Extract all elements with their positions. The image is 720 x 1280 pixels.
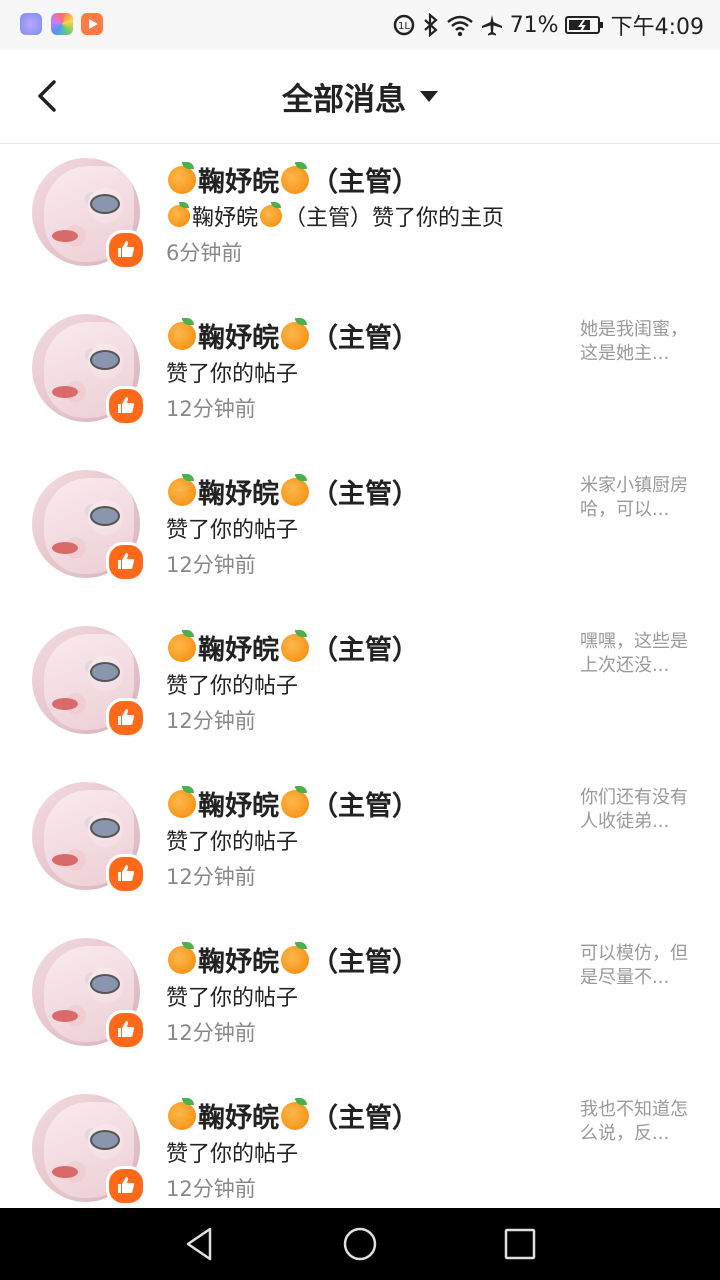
tangerine-emoji-icon	[168, 317, 196, 350]
tangerine-emoji-icon	[168, 629, 196, 662]
notification-action: 赞了你的帖子	[166, 824, 298, 856]
sender-name[interactable]: 鞠妤皖 （主管）	[166, 940, 419, 979]
tangerine-emoji-icon	[168, 161, 196, 194]
sender-name-text: 鞠妤皖	[198, 635, 279, 666]
sender-role: （主管）	[311, 947, 419, 978]
sender-name[interactable]: 鞠妤皖 （主管）	[166, 784, 419, 823]
notification-time: 12分钟前	[166, 1021, 256, 1045]
top-app-bar: 全部消息	[0, 50, 720, 144]
wifi-icon	[446, 15, 473, 37]
action-text: （主管）赞了你的主页	[284, 206, 505, 231]
data-saver-icon: 1L	[393, 14, 414, 36]
like-badge-icon	[106, 1166, 146, 1206]
tangerine-emoji-icon	[168, 202, 190, 227]
sender-name-text: 鞠妤皖	[198, 167, 279, 198]
notification-time: 6分钟前	[166, 241, 243, 265]
tangerine-emoji-icon	[168, 473, 196, 506]
sender-name[interactable]: 鞠妤皖 （主管）	[166, 628, 419, 667]
sender-name[interactable]: 鞠妤皖 （主管）	[166, 160, 419, 199]
tangerine-emoji-icon	[281, 317, 309, 350]
tangerine-emoji-icon	[260, 202, 283, 227]
battery-charging-icon	[564, 16, 603, 34]
sender-name[interactable]: 鞠妤皖 （主管）	[166, 1096, 419, 1135]
notification-time: 12分钟前	[166, 1177, 256, 1201]
tangerine-emoji-icon	[281, 629, 309, 662]
notification-time: 12分钟前	[166, 865, 256, 889]
tangerine-emoji-icon	[168, 941, 196, 974]
tangerine-emoji-icon	[281, 473, 309, 506]
action-text: 赞了你的帖子	[166, 830, 299, 855]
sender-name[interactable]: 鞠妤皖 （主管）	[166, 472, 419, 511]
sender-name-text: 鞠妤皖	[198, 1103, 279, 1134]
like-badge-icon	[106, 542, 146, 582]
nav-recents-icon[interactable]	[502, 1226, 538, 1262]
action-prefix: 鞠妤皖	[192, 206, 259, 231]
notification-item[interactable]: 鞠妤皖 （主管） 赞了你的帖子 12分钟前 嘿嘿，这些是上次还没...	[0, 612, 720, 768]
music-app-icon	[20, 13, 42, 35]
post-snippet[interactable]: 米家小镇厨房哈，可以...	[580, 474, 690, 522]
nav-back-icon[interactable]	[182, 1226, 218, 1262]
nav-home-icon[interactable]	[342, 1226, 378, 1262]
notification-item[interactable]: 鞠妤皖 （主管） 赞了你的帖子 12分钟前 米家小镇厨房哈，可以...	[0, 456, 720, 612]
sender-role: （主管）	[311, 635, 419, 666]
sender-role: （主管）	[311, 1103, 419, 1134]
post-snippet[interactable]: 你们还有没有人收徒弟...	[580, 786, 690, 834]
sender-name-text: 鞠妤皖	[198, 323, 279, 354]
post-snippet[interactable]: 可以模仿，但是尽量不...	[580, 942, 690, 990]
like-badge-icon	[106, 698, 146, 738]
gallery-app-icon	[51, 13, 73, 35]
sender-name-text: 鞠妤皖	[198, 479, 279, 510]
tangerine-emoji-icon	[281, 1097, 309, 1130]
system-navigation-bar	[0, 1208, 720, 1280]
clock: 下午4:09	[610, 15, 704, 40]
sender-role: （主管）	[311, 479, 419, 510]
svg-text:1L: 1L	[398, 21, 410, 32]
notification-list: 鞠妤皖 （主管） 鞠妤皖 （主管）赞了你的主页 6分钟前 鞠妤皖 （主管） 赞了…	[0, 144, 720, 1236]
sender-role: （主管）	[311, 323, 419, 354]
airplane-mode-icon	[481, 15, 502, 36]
tangerine-emoji-icon	[168, 785, 196, 818]
action-text: 赞了你的帖子	[166, 362, 299, 387]
sender-role: （主管）	[311, 791, 419, 822]
post-snippet[interactable]: 嘿嘿，这些是上次还没...	[580, 630, 690, 678]
notification-time: 12分钟前	[166, 553, 256, 577]
video-app-icon	[81, 13, 103, 35]
tangerine-emoji-icon	[281, 161, 309, 194]
sender-name-text: 鞠妤皖	[198, 947, 279, 978]
notification-item[interactable]: 鞠妤皖 （主管） 鞠妤皖 （主管）赞了你的主页 6分钟前	[0, 144, 720, 300]
bluetooth-icon	[423, 13, 438, 37]
notification-action: 赞了你的帖子	[166, 980, 298, 1012]
notification-action: 赞了你的帖子	[166, 668, 298, 700]
tangerine-emoji-icon	[168, 1097, 196, 1130]
like-badge-icon	[106, 230, 146, 270]
like-badge-icon	[106, 1010, 146, 1050]
page-title: 全部消息	[282, 82, 406, 118]
like-badge-icon	[106, 386, 146, 426]
notification-time: 12分钟前	[166, 397, 256, 421]
notification-action: 赞了你的帖子	[166, 512, 298, 544]
dropdown-caret-icon	[420, 91, 438, 102]
notification-item[interactable]: 鞠妤皖 （主管） 赞了你的帖子 12分钟前 你们还有没有人收徒弟...	[0, 768, 720, 924]
notification-item[interactable]: 鞠妤皖 （主管） 赞了你的帖子 12分钟前 可以模仿，但是尽量不...	[0, 924, 720, 1080]
sender-name[interactable]: 鞠妤皖 （主管）	[166, 316, 419, 355]
notification-time: 12分钟前	[166, 709, 256, 733]
sender-name-text: 鞠妤皖	[198, 791, 279, 822]
notification-action: 鞠妤皖 （主管）赞了你的主页	[166, 200, 504, 232]
notification-item[interactable]: 鞠妤皖 （主管） 赞了你的帖子 12分钟前 她是我闺蜜，这是她主...	[0, 300, 720, 456]
like-badge-icon	[106, 854, 146, 894]
action-text: 赞了你的帖子	[166, 518, 299, 543]
tangerine-emoji-icon	[281, 785, 309, 818]
post-snippet[interactable]: 她是我闺蜜，这是她主...	[580, 318, 690, 366]
notification-action: 赞了你的帖子	[166, 356, 298, 388]
status-bar: 1L 71% 下午4:09	[0, 0, 720, 50]
notification-action: 赞了你的帖子	[166, 1136, 298, 1168]
tangerine-emoji-icon	[281, 941, 309, 974]
post-snippet[interactable]: 我也不知道怎么说，反...	[580, 1098, 690, 1146]
message-filter-dropdown[interactable]: 全部消息	[0, 50, 720, 143]
action-text: 赞了你的帖子	[166, 986, 299, 1011]
action-text: 赞了你的帖子	[166, 674, 299, 699]
action-text: 赞了你的帖子	[166, 1142, 299, 1167]
sender-role: （主管）	[311, 167, 419, 198]
battery-percent: 71%	[509, 12, 559, 38]
